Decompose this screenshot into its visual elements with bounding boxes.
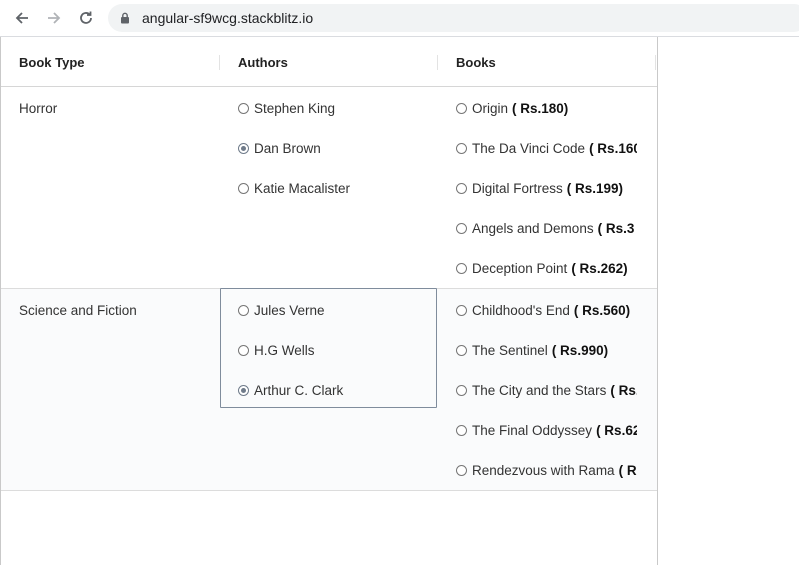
arrow-right-icon <box>48 12 61 24</box>
book-title: The Da Vinci Code <box>472 141 586 156</box>
book-price: ( Rs.62 <box>596 423 637 438</box>
book-option[interactable]: Origin ( Rs.180) <box>456 101 568 116</box>
book-title: The City and the Stars <box>472 383 607 398</box>
book-option[interactable]: Childhood's End ( Rs.560) <box>456 303 630 318</box>
books-list: Origin ( Rs.180) The Da Vinci Code ( Rs.… <box>456 87 637 288</box>
header-separator <box>219 55 220 70</box>
author-option-stephen-king[interactable]: Stephen King <box>238 101 335 116</box>
header-separator <box>655 55 656 70</box>
lock-icon <box>121 12 129 24</box>
page-content: Book Type Authors Books Horror Stephen K… <box>0 37 658 565</box>
forward-button[interactable] <box>44 8 64 28</box>
book-price: ( Rs.3 <box>597 221 635 236</box>
book-title: Digital Fortress <box>472 181 563 196</box>
address-bar[interactable]: angular-sf9wcg.stackblitz.io <box>108 4 799 32</box>
reload-icon <box>80 11 92 24</box>
radio-button[interactable] <box>238 103 249 114</box>
table-header: Book Type Authors Books <box>1 37 657 87</box>
book-price: ( Rs.990) <box>551 343 609 358</box>
book-price: ( Rs.180) <box>512 101 569 116</box>
arrow-left-icon <box>15 12 28 24</box>
radio-button[interactable] <box>456 425 467 436</box>
back-button[interactable] <box>12 8 32 28</box>
browser-toolbar: angular-sf9wcg.stackblitz.io <box>0 0 799 37</box>
radio-button[interactable] <box>456 385 467 396</box>
book-title: Childhood's End <box>472 303 570 318</box>
books-list: Childhood's End ( Rs.560) The Sentinel (… <box>456 289 637 490</box>
author-label: Stephen King <box>254 101 336 116</box>
book-option[interactable]: The City and the Stars ( Rs. <box>456 383 637 398</box>
url-text: angular-sf9wcg.stackblitz.io <box>142 10 314 26</box>
header-authors: Authors <box>238 55 288 70</box>
header-book-type: Book Type <box>19 55 85 70</box>
book-option[interactable]: The Sentinel ( Rs.990) <box>456 343 608 358</box>
book-price: ( Rs.199) <box>566 181 624 196</box>
book-type-cell: Science and Fiction <box>19 303 137 318</box>
book-option[interactable]: Deception Point ( Rs.262) <box>456 261 628 276</box>
book-title: Origin <box>472 101 509 116</box>
radio-button[interactable] <box>456 183 467 194</box>
author-label: Dan Brown <box>254 141 321 156</box>
radio-button[interactable] <box>456 305 467 316</box>
book-price: ( Rs. <box>610 383 637 398</box>
book-title: Deception Point <box>472 261 568 276</box>
book-option[interactable]: Angels and Demons ( Rs.3 <box>456 221 634 236</box>
radio-button[interactable] <box>456 263 467 274</box>
book-title: Rendezvous with Rama <box>472 463 615 478</box>
radio-button[interactable] <box>456 223 467 234</box>
book-option[interactable]: The Da Vinci Code ( Rs.160 <box>456 141 637 156</box>
radio-button[interactable] <box>456 143 467 154</box>
book-type-cell: Horror <box>19 101 58 116</box>
authors-cell-focus-outline <box>220 288 437 408</box>
book-price: ( Rs.262) <box>571 261 628 276</box>
book-title: Angels and Demons <box>472 221 594 236</box>
radio-button[interactable] <box>238 183 249 194</box>
author-option-katie-macalister[interactable]: Katie Macalister <box>238 181 350 196</box>
book-title: The Final Oddyssey <box>472 423 593 438</box>
header-separator <box>437 55 438 70</box>
header-books: Books <box>456 55 496 70</box>
book-option[interactable]: Rendezvous with Rama ( R <box>456 463 637 478</box>
book-price: ( Rs.160 <box>589 141 637 156</box>
radio-button-checked[interactable] <box>238 143 249 154</box>
radio-button[interactable] <box>456 465 467 476</box>
book-option[interactable]: Digital Fortress ( Rs.199) <box>456 181 623 196</box>
radio-button[interactable] <box>456 103 467 114</box>
book-price: ( R <box>618 463 637 478</box>
table-row: Horror Stephen King Dan Brown Katie Maca… <box>1 87 657 289</box>
reload-button[interactable] <box>76 8 96 28</box>
radio-button[interactable] <box>456 345 467 356</box>
book-option[interactable]: The Final Oddyssey ( Rs.62 <box>456 423 637 438</box>
book-title: The Sentinel <box>472 343 548 358</box>
book-price: ( Rs.560) <box>573 303 631 318</box>
author-option-dan-brown[interactable]: Dan Brown <box>238 141 321 156</box>
author-label: Katie Macalister <box>254 181 351 196</box>
